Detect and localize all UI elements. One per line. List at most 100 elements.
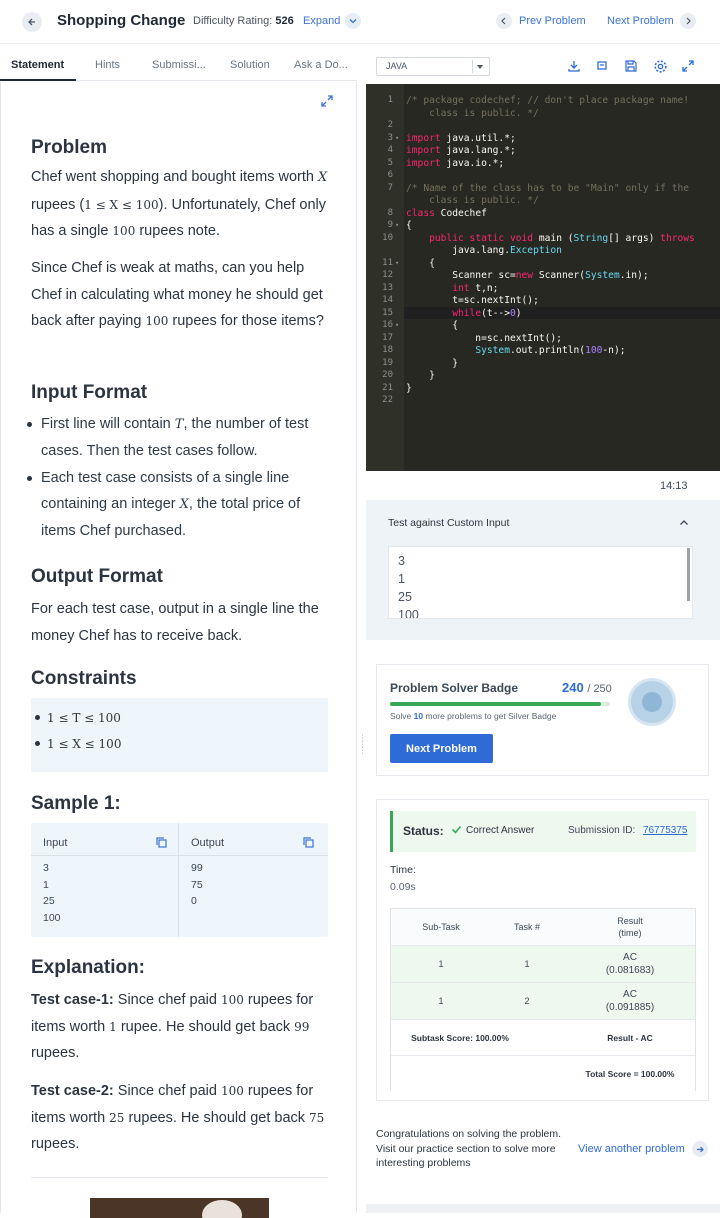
- language-select[interactable]: JAVA: [376, 57, 490, 76]
- code-line: }: [406, 370, 435, 381]
- math-75: 75: [309, 1110, 325, 1125]
- custom-input-textarea[interactable]: 3 1 25 100: [388, 546, 693, 619]
- tab-hints[interactable]: Hints: [95, 59, 120, 71]
- code-line: {: [406, 220, 412, 231]
- top-header: Shopping Change Difficulty Rating: 526 E…: [0, 0, 720, 44]
- problem-tabs: Statement Hints Submissi... Solution Ask…: [0, 52, 357, 81]
- tab-ask-a-doubt[interactable]: Ask a Do...: [294, 59, 348, 71]
- editor-toolbar: JAVA: [366, 52, 720, 81]
- code-line: {: [406, 320, 458, 331]
- badge-medal-icon: [628, 678, 676, 726]
- sample-input-column: Input 3 1 25 100: [31, 823, 179, 937]
- tab-statement[interactable]: Statement: [11, 59, 64, 71]
- constraints-heading: Constraints: [31, 668, 137, 689]
- time-label: Time:: [390, 864, 416, 876]
- sample-output-label: Output: [191, 837, 225, 849]
- line-number: 17: [382, 332, 393, 343]
- chevron-left-icon[interactable]: [496, 13, 512, 29]
- divider: [178, 823, 179, 937]
- caret-down-icon: [477, 65, 483, 69]
- subtask-cell: 1: [438, 996, 444, 1006]
- table-row: Total Score = 100.00%: [391, 1056, 695, 1091]
- submission-id-link[interactable]: 76775375: [643, 825, 688, 836]
- problem-title: Shopping Change: [57, 12, 186, 29]
- back-arrow-icon[interactable]: [22, 12, 42, 32]
- download-icon[interactable]: [566, 58, 582, 74]
- list-item: First line will contain T, the number of…: [19, 411, 334, 464]
- fold-arrow-icon[interactable]: ▾: [395, 321, 399, 329]
- tab-solution[interactable]: Solution: [230, 59, 270, 71]
- fold-arrow-icon[interactable]: ▾: [395, 134, 399, 142]
- copy-icon[interactable]: [302, 836, 314, 848]
- math-x: X: [179, 497, 189, 512]
- math-25: 25: [109, 1110, 125, 1125]
- code-line: class is public. */: [406, 107, 539, 119]
- custom-input-value: 3 1 25 100: [398, 554, 419, 619]
- difficulty-rating: Difficulty Rating: 526: [193, 15, 294, 27]
- fullscreen-icon[interactable]: [680, 58, 696, 74]
- text: rupees for those items?: [168, 313, 324, 329]
- chevron-up-icon[interactable]: [678, 517, 690, 529]
- task-cell: 2: [524, 996, 530, 1006]
- save-icon[interactable]: [623, 58, 639, 74]
- line-number: 14: [382, 295, 393, 305]
- arrow-right-icon[interactable]: [692, 1141, 708, 1157]
- badge-total: / 250: [587, 683, 612, 695]
- test-case-label: Test case-2:: [31, 1083, 114, 1099]
- fold-arrow-icon[interactable]: ▾: [395, 259, 399, 267]
- expand-link[interactable]: Expand: [303, 15, 340, 27]
- text: rupees. He should get back: [124, 1109, 310, 1126]
- language-value: JAVA: [386, 61, 408, 71]
- code-line: System.out.println(100-n);: [475, 345, 626, 356]
- fold-arrow-icon[interactable]: ▾: [395, 221, 399, 229]
- text: Solve: [390, 711, 414, 721]
- next-problem-button[interactable]: Next Problem: [390, 734, 493, 763]
- code-line: while(t-->0): [452, 307, 522, 319]
- text: rupees note.: [135, 223, 220, 239]
- math-100: 100: [220, 993, 244, 1007]
- chevron-down-icon[interactable]: [345, 13, 361, 29]
- text: more problems to get Silver Badge: [423, 711, 557, 721]
- result-summary: Result - AC: [607, 1033, 653, 1043]
- gear-icon[interactable]: [652, 58, 668, 74]
- text: Chef went shopping and bought items wort…: [31, 169, 318, 185]
- submission-id-label: Submission ID:: [568, 825, 636, 836]
- subtask-score: Subtask Score: 100.00%: [411, 1033, 509, 1043]
- math-100: 100: [145, 314, 169, 328]
- code-line: Scanner sc=new Scanner(System.in);: [406, 270, 649, 281]
- result-table: Sub-Task Task # Result (time) 1 1 AC (0.08…: [390, 908, 696, 1091]
- view-another-problem-link[interactable]: View another problem: [578, 1143, 685, 1155]
- line-number: 19: [382, 357, 393, 368]
- prev-problem-link[interactable]: Prev Problem: [519, 15, 586, 27]
- code-line: java.lang.Exception: [406, 245, 562, 256]
- fullscreen-icon[interactable]: [319, 93, 335, 109]
- custom-input-title[interactable]: Test against Custom Input: [388, 517, 509, 529]
- active-tab-indicator: [0, 79, 76, 81]
- code-line: /* Name of the class has to be "Main" on…: [406, 182, 690, 194]
- tab-submissions[interactable]: Submissi...: [152, 59, 206, 71]
- code-editor[interactable]: 1 2 3 ▾ 4 5 6 7 8 9 ▾ 10 11 ▾ 12 13 14 15 16 ▾ 17 18 19 20 21 22 …: [366, 84, 720, 471]
- line-number: 4: [387, 145, 393, 155]
- line-number: 15: [382, 307, 393, 318]
- scrollbar[interactable]: [687, 548, 690, 601]
- copy-icon[interactable]: [155, 836, 167, 848]
- line-number: 7: [387, 182, 393, 193]
- sample-heading: Sample 1:: [31, 793, 121, 814]
- reset-icon[interactable]: [594, 58, 610, 74]
- submission-status-card: Status: Correct Answer Submission ID: 76…: [376, 799, 709, 1101]
- badge-progress-fill: [390, 702, 602, 706]
- total-score: Total Score = 100.00%: [585, 1069, 675, 1079]
- code-line: int t,n;: [452, 282, 499, 294]
- sample-output-value: 99 75 0: [191, 862, 203, 907]
- medal-center: [642, 692, 662, 712]
- next-problem-link[interactable]: Next Problem: [607, 15, 674, 27]
- line-number: 11: [382, 257, 393, 268]
- line-number: 8: [387, 207, 393, 218]
- text: (0.091885): [605, 1002, 655, 1013]
- chevron-right-icon[interactable]: [680, 13, 696, 29]
- bullet: [35, 741, 40, 746]
- column-header: Sub-Task: [422, 922, 460, 932]
- input-format-list: First line will contain T, the number of…: [19, 411, 334, 544]
- panel-resize-handle[interactable]: ⋮ ⋮ ⋮: [358, 734, 367, 757]
- code-line: }: [406, 382, 412, 394]
